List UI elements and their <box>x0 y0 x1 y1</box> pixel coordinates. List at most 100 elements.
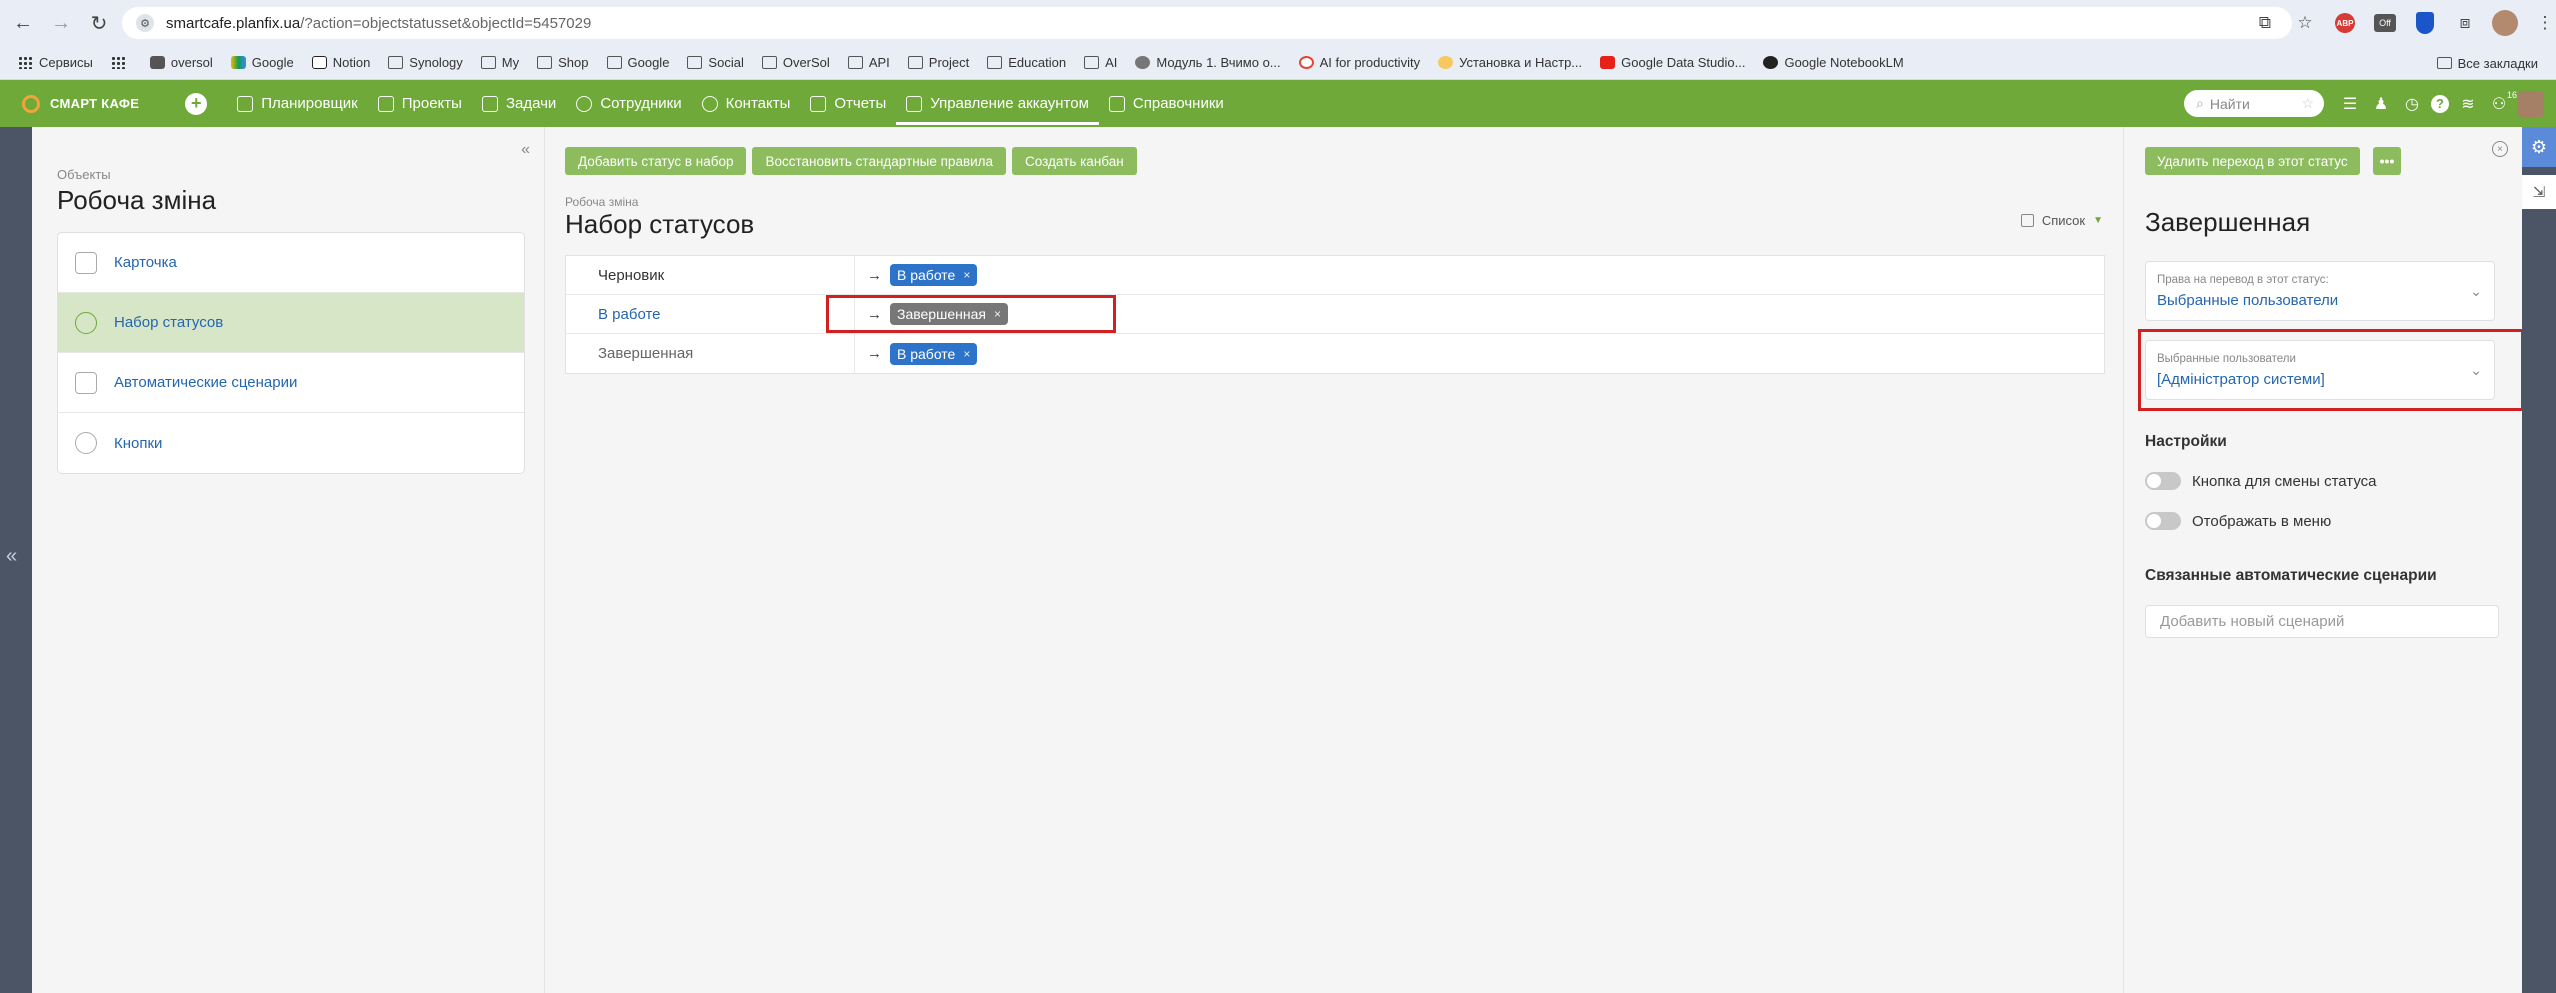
add-icon[interactable]: + <box>185 92 208 115</box>
bookmark-label: Модуль 1. Вчимо о... <box>1156 55 1281 70</box>
bookmark-folder-education[interactable]: Education <box>987 55 1066 70</box>
bookmark-notebooklm[interactable]: Google NotebookLM <box>1763 55 1904 70</box>
bookmark-label: Notion <box>332 55 371 70</box>
bookmark-data-studio[interactable]: Google Data Studio... <box>1600 55 1745 70</box>
site-icon <box>1438 56 1454 69</box>
favorite-star-icon[interactable]: ☆ <box>2301 95 2314 112</box>
profile-avatar[interactable] <box>2490 8 2520 38</box>
folder-icon <box>907 56 923 69</box>
layers-icon[interactable]: ≋ <box>2456 92 2480 116</box>
bookmark-module1[interactable]: Модуль 1. Вчимо о... <box>1135 55 1281 70</box>
shield-extension-icon[interactable] <box>2410 8 2440 38</box>
forward-icon[interactable]: → <box>46 8 76 38</box>
status-name[interactable]: В работе <box>566 294 855 334</box>
breadcrumb[interactable]: Объекты <box>57 167 111 182</box>
breadcrumb[interactable]: Робоча зміна <box>565 195 638 209</box>
bookmark-folder-shop[interactable]: Shop <box>537 55 589 70</box>
bookmark-folder-synology[interactable]: Synology <box>388 55 463 70</box>
bookmark-oversol[interactable]: oversol <box>149 55 213 70</box>
bookmark-star-icon[interactable]: ☆ <box>2290 8 2320 38</box>
browser-toolbar: ← → ↻ ⚙ smartcafe.planfix.ua/?action=obj… <box>0 0 2556 46</box>
notifications-icon[interactable]: ⚇ 16 <box>2487 90 2517 116</box>
site-icon <box>1135 56 1151 69</box>
bookmark-label: Google <box>627 55 670 70</box>
add-scenario-input[interactable]: Добавить новый сценарий <box>2145 605 2499 638</box>
bookmark-label: AI <box>1105 55 1118 70</box>
view-switch[interactable]: Список ▼ <box>2020 213 2103 228</box>
object-title: Робоча зміна <box>57 185 217 215</box>
install-app-icon[interactable]: ⧉ <box>2250 8 2280 38</box>
nav-contacts[interactable]: Контакты <box>692 80 801 127</box>
status-name[interactable]: Черновик <box>566 255 855 295</box>
extensions-icon[interactable]: ⧈ <box>2450 8 2480 38</box>
logo[interactable]: СМАРТ КАФЕ <box>22 94 139 113</box>
more-options-icon[interactable]: ••• <box>2373 147 2401 175</box>
nav-account-management[interactable]: Управление аккаунтом <box>896 80 1099 127</box>
nav-projects[interactable]: Проекты <box>368 80 472 127</box>
export-icon[interactable]: ⇲ <box>2522 175 2556 209</box>
nav-tasks[interactable]: Задачи <box>472 80 566 127</box>
transition-chip[interactable]: В работе × <box>890 342 978 365</box>
bookmark-folder-ai[interactable]: AI <box>1084 55 1117 70</box>
clock-icon[interactable]: ◷ <box>2400 92 2424 116</box>
restore-rules-button[interactable]: Восстановить стандартные правила <box>752 147 1007 175</box>
bookmark-notion[interactable]: Notion <box>311 55 371 70</box>
arrow-right-icon: → <box>867 266 882 284</box>
transition-chip[interactable]: В работе × <box>890 264 978 286</box>
collapse-sidebar-icon[interactable]: « <box>521 141 530 159</box>
user-avatar[interactable] <box>2518 90 2544 117</box>
address-bar[interactable]: ⚙ smartcafe.planfix.ua/?action=objectsta… <box>122 7 2292 39</box>
bookmark-folder-google[interactable]: Google <box>606 55 670 70</box>
status-transitions[interactable]: → В работе × <box>855 342 978 365</box>
bookmark-folder-social[interactable]: Social <box>687 55 744 70</box>
create-kanban-button[interactable]: Создать канбан <box>1012 147 1137 175</box>
rights-select[interactable]: Права на перевод в этот статус: Выбранны… <box>2145 261 2495 321</box>
bell-icon[interactable]: ♟ <box>2369 92 2393 116</box>
nav-label: Планировщик <box>261 95 358 112</box>
off-extension-icon[interactable]: Off <box>2370 8 2400 38</box>
add-status-button[interactable]: Добавить статус в набор <box>565 147 747 175</box>
status-transitions[interactable]: → В работе × <box>855 264 978 286</box>
delete-transition-button[interactable]: Удалить переход в этот статус <box>2145 147 2360 175</box>
site-info-icon[interactable]: ⚙ <box>136 14 154 32</box>
status-row: В работе → Завершенная × <box>566 294 2104 334</box>
chrome-menu-icon[interactable]: ⋮ <box>2530 8 2556 38</box>
bookmark-installation[interactable]: Установка и Настр... <box>1438 55 1582 70</box>
nav-planner[interactable]: Планировщик <box>227 80 367 127</box>
search-input[interactable]: ⌕ Найти ☆ <box>2184 90 2324 117</box>
nav-directories[interactable]: Справочники <box>1099 80 1234 127</box>
bookmark-label: Education <box>1008 55 1067 70</box>
bookmark-folder-project[interactable]: Project <box>907 55 969 70</box>
bookmark-folder-my[interactable]: My <box>480 55 520 70</box>
bookmark-services[interactable]: Сервисы <box>18 55 93 70</box>
contacts-icon <box>701 95 718 112</box>
bookmark-label: My <box>501 55 520 70</box>
menu-item-card[interactable]: Карточка <box>58 233 524 293</box>
show-in-menu-toggle[interactable] <box>2145 512 2181 530</box>
help-icon[interactable]: ? <box>2431 94 2449 113</box>
nav-employees[interactable]: Сотрудники <box>566 80 691 127</box>
remove-chip-icon[interactable]: × <box>963 347 970 361</box>
status-button-toggle[interactable] <box>2145 472 2181 490</box>
gear-icon[interactable]: ⚙ <box>2522 127 2556 167</box>
bookmark-ai-productivity[interactable]: AI for productivity <box>1298 55 1420 70</box>
remove-chip-icon[interactable]: × <box>963 268 970 282</box>
bookmark-folder-oversol[interactable]: OverSol <box>761 55 830 70</box>
reload-icon[interactable]: ↻ <box>84 8 114 38</box>
nav-reports[interactable]: Отчеты <box>800 80 896 127</box>
menu-item-auto-scenarios[interactable]: Автоматические сценарии <box>58 353 524 413</box>
bookmark-google[interactable]: Google <box>230 55 294 70</box>
bookmark-grid[interactable] <box>110 56 132 69</box>
nav-label: Проекты <box>401 95 462 112</box>
menu-item-status-set[interactable]: Набор статусов <box>58 293 524 353</box>
menu-icon[interactable]: ☰ <box>2338 92 2362 116</box>
menu-item-label: Автоматические сценарии <box>114 374 298 391</box>
menu-item-buttons[interactable]: Кнопки <box>58 413 524 473</box>
close-icon[interactable]: × <box>2492 141 2508 157</box>
bookmark-folder-api[interactable]: API <box>847 55 890 70</box>
expand-left-icon[interactable]: « <box>6 545 17 568</box>
all-bookmarks[interactable]: Все закладки <box>2436 46 2538 80</box>
status-name[interactable]: Завершенная <box>566 334 855 373</box>
back-icon[interactable]: ← <box>8 8 38 38</box>
adblock-extension-icon[interactable]: ABP <box>2330 8 2360 38</box>
